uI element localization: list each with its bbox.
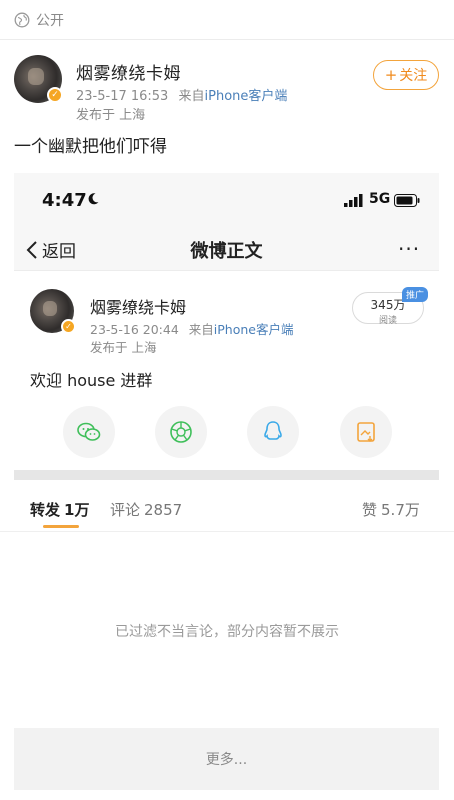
- post-meta: 23-5-17 16:53 来自iPhone客户端: [76, 85, 287, 104]
- post-location: 发布于 上海: [76, 108, 146, 123]
- signal-icon: [344, 194, 363, 207]
- nav-bar: 返回 微博正文 ···: [14, 227, 439, 271]
- share-save-image: [340, 406, 392, 458]
- filtered-notice: 已过滤不当言论，部分内容暂不展示: [115, 624, 339, 640]
- visibility-label: 公开: [36, 12, 64, 29]
- tab-reposts-label: 转发: [30, 501, 61, 519]
- source-prefix: 来自: [178, 89, 205, 104]
- visibility-row: 公开: [0, 0, 454, 40]
- wechat-icon: [77, 422, 101, 441]
- tab-reposts-count: 1万: [64, 501, 90, 519]
- interaction-tabs: 转发 1万 评论 2857 赞 5.7万: [0, 490, 454, 532]
- tab-likes[interactable]: 赞 5.7万: [362, 499, 420, 520]
- embedded-screenshot[interactable]: 4:47 5G 返回 微博正文 ··· ✓ 烟雾缭绕卡姆 23-5-16 20:…: [14, 173, 439, 480]
- promo-tag: 推广: [402, 287, 429, 302]
- tab-likes-label: 赞: [362, 501, 378, 519]
- moments-icon: [170, 421, 192, 443]
- inner-post-date: 23-5-16 20:44: [90, 322, 179, 337]
- share-wechat: [63, 406, 115, 458]
- more-options-icon[interactable]: ···: [398, 237, 420, 261]
- qq-icon: [264, 421, 282, 440]
- inner-post-text: 欢迎 house 进群: [30, 371, 153, 390]
- network-type: 5G: [369, 191, 391, 207]
- active-tab-indicator: [43, 525, 79, 528]
- inner-post-location: 发布于 上海: [90, 340, 157, 355]
- post-text: 一个幽默把他们吓得: [14, 137, 167, 157]
- screenshot-divider: [14, 470, 439, 480]
- more-button[interactable]: 更多...: [14, 728, 439, 790]
- inner-post-source: iPhone客户端: [213, 322, 294, 337]
- verified-badge-icon: ✓: [47, 87, 63, 103]
- tab-comments-label: 评论: [110, 501, 141, 519]
- share-moments: [155, 406, 207, 458]
- follow-button[interactable]: + 关注: [373, 60, 439, 90]
- post-source[interactable]: iPhone客户端: [205, 89, 288, 104]
- status-time: 4:47: [42, 190, 87, 211]
- post-date: 23-5-17 16:53: [76, 89, 169, 104]
- reads-label: 阅读: [378, 316, 397, 326]
- save-image-icon: [357, 422, 375, 442]
- inner-verified-badge-icon: ✓: [61, 319, 76, 334]
- author-name[interactable]: 烟雾缭绕卡姆: [76, 59, 181, 84]
- status-bar: 4:47 5G: [14, 173, 439, 227]
- moon-icon: [88, 193, 99, 205]
- nav-title: 微博正文: [190, 241, 263, 262]
- follow-label: 关注: [399, 68, 428, 84]
- globe-icon: [14, 12, 30, 27]
- inner-source-prefix: 来自: [188, 322, 214, 337]
- more-label: 更多...: [205, 752, 248, 768]
- inner-post-meta: 23-5-16 20:44 来自iPhone客户端: [90, 319, 294, 338]
- tab-comments[interactable]: 评论 2857: [110, 499, 182, 520]
- tab-likes-count: 5.7万: [381, 501, 420, 519]
- tab-comments-count: 2857: [144, 501, 183, 519]
- battery-icon: [394, 194, 420, 207]
- tab-reposts[interactable]: 转发 1万: [30, 499, 89, 520]
- inner-author-name: 烟雾缭绕卡姆: [90, 298, 187, 317]
- plus-icon: +: [384, 66, 398, 84]
- share-qq: [247, 406, 299, 458]
- weibo-repost-page: 公开 ✓ 烟雾缭绕卡姆 23-5-17 16:53 来自iPhone客户端 发布…: [0, 0, 454, 800]
